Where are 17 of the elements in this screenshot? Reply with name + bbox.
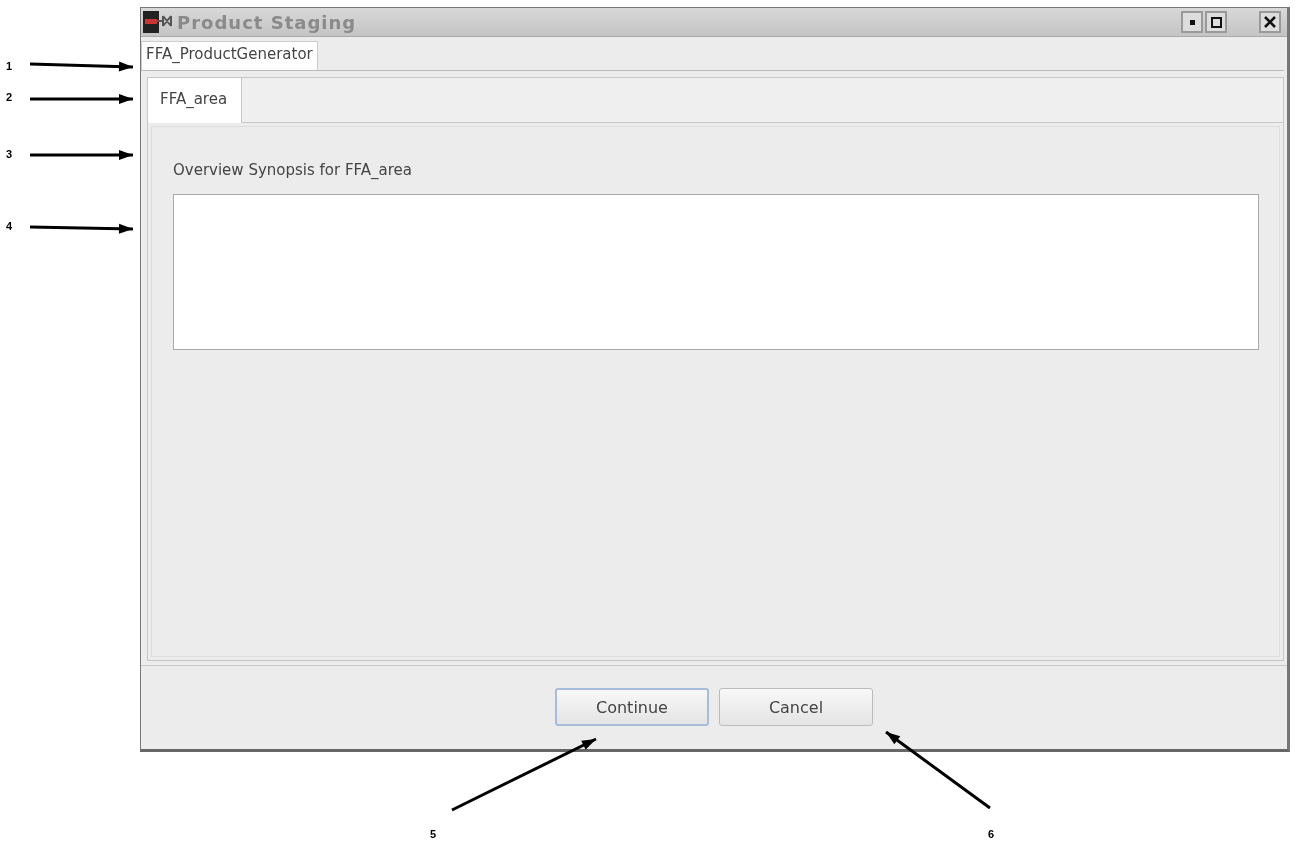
synopsis-label: Overview Synopsis for FFA_area (173, 161, 414, 179)
maximize-button[interactable] (1205, 11, 1227, 33)
tab[interactable]: FFA_ProductGenerator (141, 41, 318, 70)
minimize-button[interactable] (1181, 11, 1203, 33)
callout-number: 6 (988, 828, 995, 840)
close-button[interactable] (1259, 11, 1281, 33)
callout-number: 3 (6, 148, 13, 160)
callout-number: 1 (6, 60, 13, 72)
callout-number: 2 (6, 91, 13, 103)
callout-number: 5 (430, 828, 437, 840)
callout-number: 4 (6, 220, 13, 232)
close-icon (1264, 16, 1276, 28)
continue-button[interactable]: Continue (555, 688, 709, 726)
tab[interactable]: FFA_area (148, 78, 243, 123)
window-title: Product Staging (177, 11, 358, 33)
app-icon (143, 11, 173, 33)
cancel-button[interactable]: Cancel (719, 688, 873, 726)
